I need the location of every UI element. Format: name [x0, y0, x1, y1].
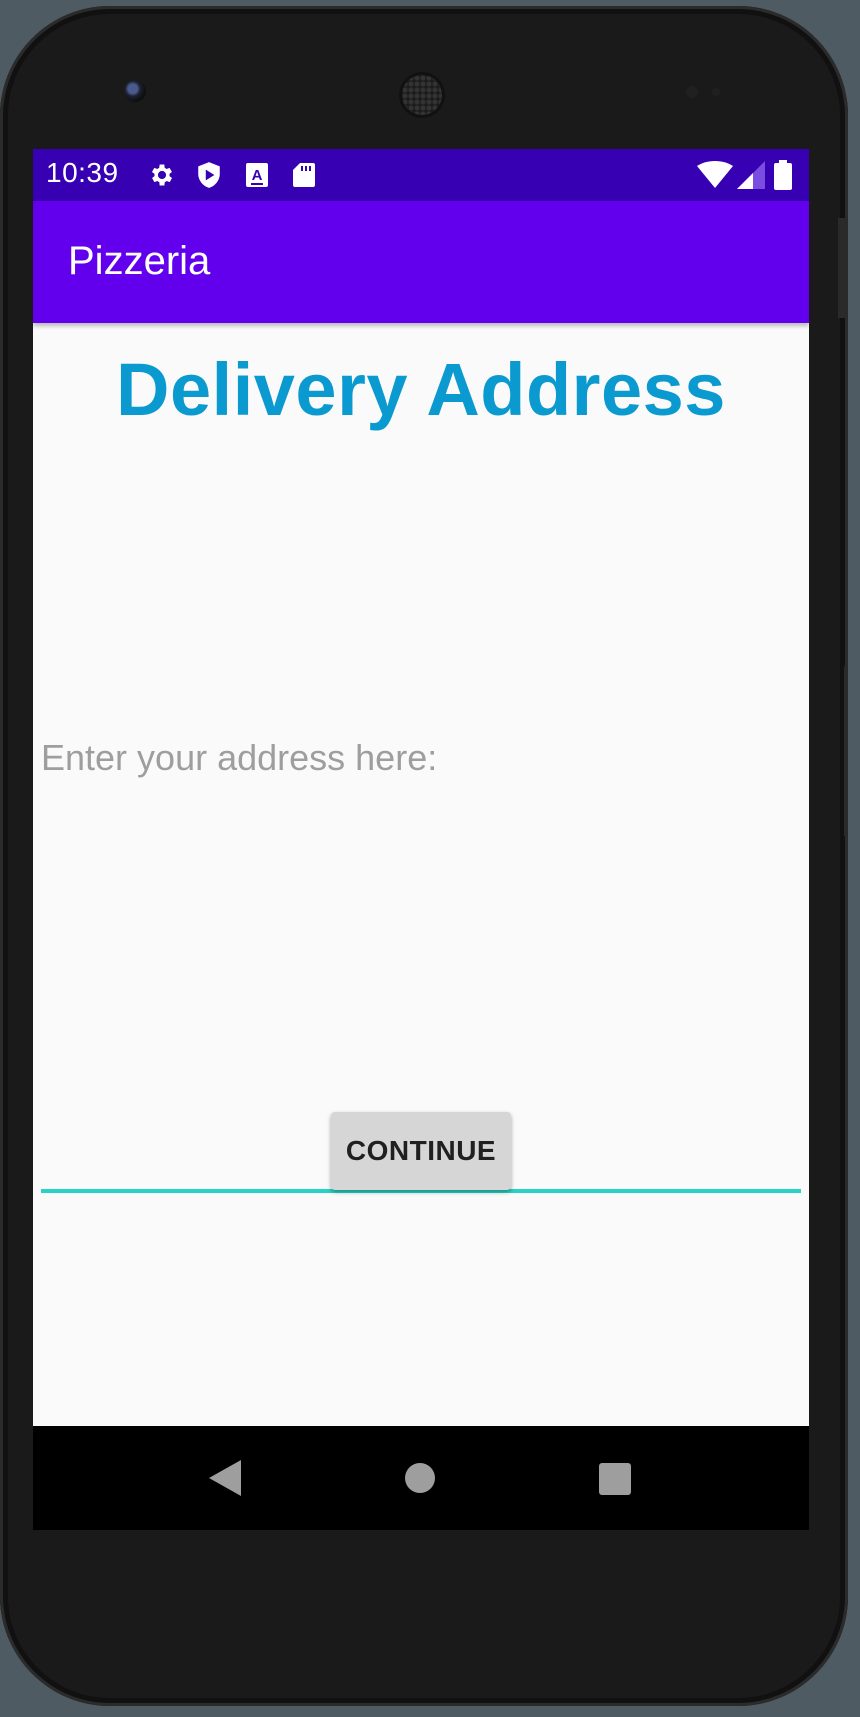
- shield-play-icon: [195, 161, 223, 189]
- page-title: Delivery Address: [116, 348, 726, 431]
- battery-icon: [773, 160, 793, 190]
- front-camera: [124, 80, 146, 102]
- app-title: Pizzeria: [68, 239, 211, 283]
- proximity-sensor: [686, 86, 698, 98]
- sd-card-icon: [290, 161, 318, 189]
- screen: 10:39 A Pizzeria Delivery Address Enter …: [33, 149, 809, 1530]
- light-sensor: [712, 88, 720, 96]
- home-icon[interactable]: [405, 1463, 435, 1493]
- wifi-icon: [697, 161, 733, 189]
- settings-icon: [148, 161, 176, 189]
- font-a-icon: A: [243, 161, 271, 189]
- svg-text:A: A: [252, 167, 263, 184]
- navigation-bar: [33, 1426, 809, 1530]
- phone-frame: 10:39 A Pizzeria Delivery Address Enter …: [0, 6, 848, 1706]
- power-button: [838, 218, 848, 318]
- status-bar: 10:39 A: [33, 149, 809, 201]
- continue-button[interactable]: CONTINUE: [331, 1112, 511, 1190]
- cell-signal-icon: [737, 161, 765, 189]
- status-time: 10:39: [46, 157, 119, 188]
- app-bar: Pizzeria: [33, 201, 809, 323]
- volume-rocker: [844, 666, 848, 836]
- address-input-placeholder: Enter your address here:: [41, 737, 438, 778]
- earpiece-speaker: [402, 75, 442, 115]
- back-icon[interactable]: [209, 1460, 241, 1496]
- recents-icon[interactable]: [599, 1463, 631, 1495]
